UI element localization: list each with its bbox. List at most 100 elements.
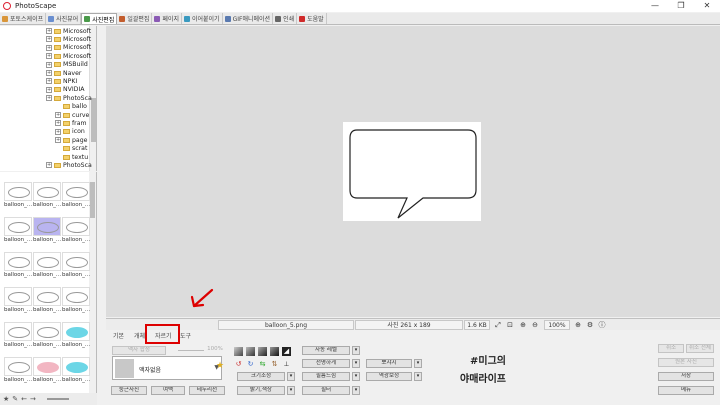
thumbnail-item[interactable]: balloon_... xyxy=(62,287,92,315)
zoom-out-icon[interactable]: ⊖ xyxy=(530,320,540,330)
soft-focus-button[interactable]: 뽀샤시 xyxy=(366,359,412,368)
tab-6[interactable]: GIF애니메이션 xyxy=(223,13,274,24)
back-arrow-icon[interactable]: ← xyxy=(21,395,27,403)
thumbnail-item[interactable]: balloon_... xyxy=(33,182,63,210)
border-line-button[interactable]: 테두리선 xyxy=(189,386,225,395)
tree-item[interactable]: + page xyxy=(55,136,87,144)
tree-item[interactable]: ballo xyxy=(55,103,87,111)
film-effect-dropdown[interactable]: ▾ xyxy=(352,372,360,381)
filter-swatch-3-icon[interactable] xyxy=(258,347,267,356)
favorite-star-icon[interactable]: ★ xyxy=(216,361,224,371)
tab-2[interactable]: 사진편집 xyxy=(81,13,118,24)
filter-swatch-1-icon[interactable] xyxy=(234,347,243,356)
save-button[interactable]: 저장 xyxy=(658,372,714,381)
thumbnail-item[interactable]: balloon_... xyxy=(4,287,34,315)
tag-icon[interactable]: ✎ xyxy=(12,395,18,403)
expand-icon[interactable]: + xyxy=(55,120,61,127)
flip-icon[interactable]: ⇆ xyxy=(258,360,267,369)
sharpen-dropdown[interactable]: ▾ xyxy=(352,359,360,368)
tab-8[interactable]: 도움말 xyxy=(297,13,327,24)
expand-icon[interactable]: + xyxy=(46,70,52,76)
fit-window-icon[interactable]: ⤢ xyxy=(493,320,503,330)
forward-arrow-icon[interactable]: → xyxy=(30,395,36,403)
tab-0[interactable]: 포토스케이프 xyxy=(0,13,47,24)
zoom-in-icon[interactable]: ⊕ xyxy=(518,320,528,330)
tab-4[interactable]: 페이지 xyxy=(152,13,182,24)
tree-item[interactable]: + Microsoft xyxy=(46,35,91,43)
tab-1[interactable]: 사진뷰어 xyxy=(46,13,82,24)
filter-swatch-5-icon[interactable]: ◢ xyxy=(282,347,291,356)
tree-item[interactable]: + PhotoSca xyxy=(46,161,92,169)
tree-item[interactable]: + Microsoft xyxy=(46,52,91,60)
filter-button[interactable]: 필터 xyxy=(302,386,350,395)
thumbnail-item[interactable]: balloon_... xyxy=(4,182,34,210)
thumbnail-item[interactable]: balloon_... xyxy=(62,182,92,210)
rotate-right-icon[interactable]: ↻ xyxy=(246,360,255,369)
expand-icon[interactable]: + xyxy=(46,61,52,68)
folder-icon[interactable]: ★ xyxy=(3,395,9,403)
zoom-dropdown-icon[interactable]: ⊕ xyxy=(573,320,583,330)
brightness-color-dropdown[interactable]: ▾ xyxy=(287,386,295,395)
expand-icon[interactable]: + xyxy=(46,44,52,51)
tree-item[interactable]: + Microsoft xyxy=(46,44,91,52)
tab-5[interactable]: 이어붙이기 xyxy=(182,13,223,24)
auto-level-button[interactable]: 자동 레벨 xyxy=(302,346,350,355)
expand-icon[interactable]: + xyxy=(46,28,52,34)
thumbnail-item[interactable]: balloon_... xyxy=(33,322,63,350)
thumbnail-item[interactable]: balloon_... xyxy=(33,287,63,315)
tree-item[interactable]: + PhotoSca xyxy=(46,94,92,102)
minimize-button[interactable]: — xyxy=(642,0,668,12)
filter-swatch-4-icon[interactable] xyxy=(270,347,279,356)
tab-tools[interactable]: 도구 xyxy=(178,332,193,342)
close-button[interactable]: ✕ xyxy=(694,0,720,12)
zoom-level[interactable]: 100% xyxy=(544,320,570,330)
tree-item[interactable]: + MSBuild xyxy=(46,61,88,69)
undo-all-button[interactable]: 취소 전체 xyxy=(686,344,714,353)
tree-item[interactable]: + icon xyxy=(55,128,85,136)
thumbnail-item[interactable]: balloon_... xyxy=(62,357,92,385)
thumbnail-item[interactable]: balloon_... xyxy=(4,252,34,280)
auto-level-dropdown[interactable]: ▾ xyxy=(352,346,360,355)
backlight-dropdown[interactable]: ▾ xyxy=(414,372,422,381)
tree-item[interactable]: + fram xyxy=(55,119,87,127)
thumbnail-item[interactable]: balloon_... xyxy=(4,322,34,350)
actual-size-icon[interactable]: ⊡ xyxy=(505,320,515,330)
rotate-left-icon[interactable]: ↺ xyxy=(234,360,243,369)
balloon-image[interactable] xyxy=(343,122,481,221)
straighten-icon[interactable]: ⟂ xyxy=(282,360,291,369)
thumbnail-item[interactable]: balloon_... xyxy=(62,322,92,350)
brightness-color-button[interactable]: 밝기,색상 xyxy=(237,386,285,395)
tree-item[interactable]: + NVIDIA xyxy=(46,86,85,94)
thumbnail-item[interactable]: balloon_... xyxy=(4,357,34,385)
original-photo-button[interactable]: 원본 사진 xyxy=(658,358,714,367)
tab-basic[interactable]: 기본 xyxy=(111,332,126,342)
frame-selector[interactable]: 액자없음 ▼ xyxy=(112,356,222,380)
tree-scroll-thumb[interactable] xyxy=(91,98,96,142)
thumbnail-size-slider[interactable] xyxy=(46,398,69,400)
tree-item[interactable]: + curve xyxy=(55,111,89,119)
expand-icon[interactable]: + xyxy=(46,95,52,102)
resize-button[interactable]: 크기조정 xyxy=(237,372,285,381)
thumbnail-item[interactable]: balloon_... xyxy=(33,217,63,245)
thumbnail-item[interactable]: balloon_... xyxy=(62,252,92,280)
tree-item[interactable]: + NPKI xyxy=(46,77,77,85)
expand-icon[interactable]: + xyxy=(46,36,52,43)
round-photo-button[interactable]: 둥근사진 xyxy=(111,386,147,395)
filter-dropdown[interactable]: ▾ xyxy=(352,386,360,395)
tab-3[interactable]: 일괄편집 xyxy=(117,13,153,24)
margin-button[interactable]: 여백 xyxy=(151,386,185,395)
soft-focus-dropdown[interactable]: ▾ xyxy=(414,359,422,368)
expand-icon[interactable]: + xyxy=(55,112,61,118)
thumbnail-item[interactable]: balloon_... xyxy=(33,252,63,280)
thumbnail-item[interactable]: balloon_... xyxy=(62,217,92,245)
tab-7[interactable]: 인쇄 xyxy=(273,13,298,24)
expand-icon[interactable]: + xyxy=(46,53,52,60)
expand-icon[interactable]: + xyxy=(46,162,52,169)
folder-tree[interactable]: + Microsoft + Microsoft + Microsoft + Microsoft… xyxy=(0,26,97,171)
expand-icon[interactable]: + xyxy=(46,78,52,85)
info-icon[interactable]: ⓘ xyxy=(597,320,607,330)
expand-icon[interactable]: + xyxy=(46,86,52,93)
thumbnail-item[interactable]: balloon_... xyxy=(4,217,34,245)
film-effect-button[interactable]: 필름느낌 xyxy=(302,372,350,381)
menu-button[interactable]: 메뉴 xyxy=(658,386,714,395)
